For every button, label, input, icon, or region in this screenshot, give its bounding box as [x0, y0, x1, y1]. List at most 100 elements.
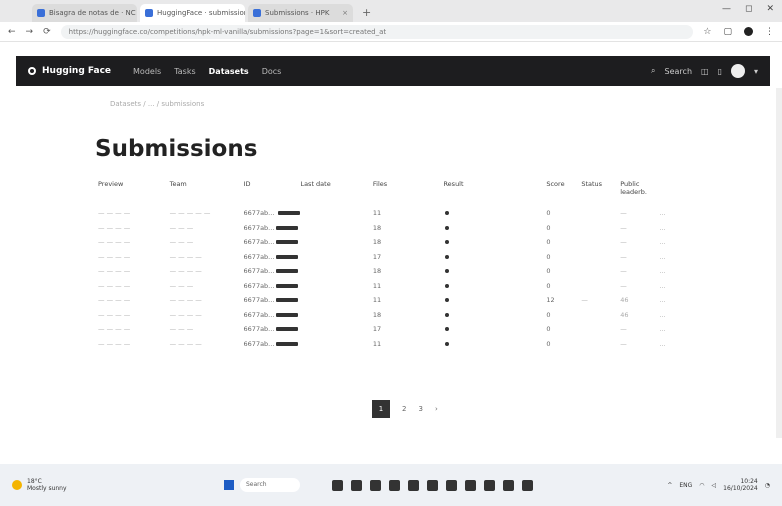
profile-avatar[interactable]: [744, 27, 753, 36]
settings-icon[interactable]: ▯: [718, 67, 722, 76]
page-scrollbar[interactable]: [776, 88, 782, 438]
app-icon[interactable]: [351, 479, 362, 491]
column-header[interactable]: Last date: [300, 176, 372, 206]
table-cell: 0: [546, 209, 551, 218]
table-cell: — — — —: [98, 339, 131, 348]
nav-link-models[interactable]: Models: [133, 67, 161, 76]
table-cell[interactable]: ...: [659, 322, 690, 337]
table-cell: —: [620, 281, 627, 290]
table-cell: [300, 308, 372, 323]
notification-icon[interactable]: ◔: [765, 482, 770, 489]
table-cell: 0: [546, 267, 551, 276]
column-header[interactable]: Status: [581, 176, 620, 206]
table-cell[interactable]: ...: [659, 308, 690, 323]
table-row[interactable]: — — — — — — — — 6677ab... 17 0 —...: [98, 250, 690, 265]
nav-link-datasets[interactable]: Datasets: [209, 67, 249, 76]
nav-link-docs[interactable]: Docs: [262, 67, 282, 76]
browser-tab[interactable]: Bisagra de notas de · NC×: [32, 4, 137, 22]
browser-tab[interactable]: Submissions · HPK ×: [248, 4, 353, 22]
table-row[interactable]: — — — — — — — 6677ab... 18 0 —...: [98, 235, 690, 250]
app-icon[interactable]: [484, 479, 495, 491]
table-cell: 12: [546, 296, 555, 305]
table-cell: 18: [372, 310, 382, 319]
app-icon[interactable]: [427, 479, 438, 491]
table-row[interactable]: — — — — — — — — 6677ab... 18 0 46...: [98, 308, 690, 323]
app-icon[interactable]: [389, 479, 400, 491]
menu-icon[interactable]: ⋮: [765, 27, 774, 37]
table-cell[interactable]: ...: [659, 293, 690, 308]
column-header[interactable]: Public leaderb.: [620, 176, 659, 206]
maximize-button[interactable]: ◻: [745, 4, 752, 14]
column-header[interactable]: ID: [244, 176, 301, 206]
minimize-button[interactable]: —: [722, 4, 731, 14]
chevron-down-icon[interactable]: ▾: [754, 67, 758, 76]
clock[interactable]: 10:24 16/10/2024: [723, 478, 758, 492]
column-header[interactable]: Team: [170, 176, 244, 206]
table-cell: 0: [546, 339, 551, 348]
close-window-button[interactable]: ✕: [766, 4, 774, 14]
breadcrumb[interactable]: Datasets / ... / submissions: [110, 100, 204, 108]
column-header[interactable]: Files: [373, 176, 444, 206]
taskbar-search-input[interactable]: Search: [240, 478, 300, 492]
result-marker-icon: [445, 312, 450, 317]
table-cell[interactable]: ...: [659, 250, 690, 265]
page-button[interactable]: 2: [402, 405, 406, 413]
table-cell: [581, 279, 620, 294]
table-cell: [443, 337, 546, 352]
weather-widget[interactable]: 18°C Mostly sunny: [12, 478, 212, 492]
table-cell: 17: [372, 325, 382, 334]
app-icon[interactable]: [465, 479, 476, 491]
table-cell: 6677ab...: [244, 250, 301, 265]
table-row[interactable]: — — — — — — — 6677ab... 18 0 —...: [98, 221, 690, 236]
reload-button[interactable]: ⟳: [43, 27, 51, 37]
url-input[interactable]: https://huggingface.co/competitions/hpk-…: [60, 24, 694, 39]
volume-icon[interactable]: ◁: [712, 482, 717, 489]
table-cell: 6677ab...: [244, 322, 301, 337]
table-row[interactable]: — — — — — — — 6677ab... 17 0 —...: [98, 322, 690, 337]
column-header[interactable]: Score: [546, 176, 581, 206]
extensions-icon[interactable]: ▢: [723, 27, 732, 37]
next-page-button[interactable]: ›: [435, 405, 438, 413]
table-cell: 18: [372, 267, 382, 276]
page-button-current[interactable]: 1: [372, 400, 390, 418]
notifications-icon[interactable]: ◫: [701, 67, 709, 76]
redacted-block: [276, 240, 299, 245]
table-cell[interactable]: ...: [659, 221, 690, 236]
table-cell[interactable]: ...: [659, 279, 690, 294]
app-icon[interactable]: [370, 479, 381, 491]
close-tab-icon[interactable]: ×: [342, 9, 348, 17]
browser-tab-active[interactable]: HuggingFace · submissions×: [140, 4, 245, 22]
back-button[interactable]: ←: [8, 27, 16, 37]
new-tab-button[interactable]: +: [356, 6, 377, 22]
brand-logo[interactable]: Hugging Face: [28, 66, 111, 76]
table-cell[interactable]: ...: [659, 206, 690, 221]
search-label[interactable]: Search: [665, 67, 692, 76]
column-header[interactable]: Result: [443, 176, 546, 206]
table-row[interactable]: — — — — — — — — 6677ab... 11 12 — 46...: [98, 293, 690, 308]
wifi-icon[interactable]: ◠: [699, 482, 704, 489]
app-icon[interactable]: [522, 479, 533, 491]
windows-start-icon[interactable]: [224, 480, 234, 490]
search-icon[interactable]: ⌕: [651, 66, 655, 76]
table-cell[interactable]: ...: [659, 264, 690, 279]
tab-bar: Bisagra de notas de · NC× HuggingFace · …: [0, 0, 782, 22]
table-row[interactable]: — — — — — — — 6677ab... 11 0 —...: [98, 279, 690, 294]
column-header[interactable]: Preview: [98, 176, 170, 206]
app-icon[interactable]: [503, 479, 514, 491]
user-avatar[interactable]: [730, 64, 745, 78]
table-row[interactable]: — — — — — — — — 6677ab... 18 0 —...: [98, 264, 690, 279]
table-row[interactable]: — — — — — — — — — 6677ab... 11 0 —...: [98, 206, 690, 221]
chevron-up-icon[interactable]: ^: [667, 482, 672, 489]
app-icon[interactable]: [446, 479, 457, 491]
table-cell: [581, 264, 620, 279]
lang-indicator[interactable]: ENG: [679, 482, 692, 489]
table-cell[interactable]: ...: [659, 235, 690, 250]
app-icon[interactable]: [332, 479, 343, 491]
star-icon[interactable]: ☆: [703, 27, 711, 37]
forward-button[interactable]: →: [26, 27, 34, 37]
table-cell[interactable]: ...: [659, 337, 690, 352]
table-row[interactable]: — — — — — — — — 6677ab... 11 0 —...: [98, 337, 690, 352]
app-icon[interactable]: [408, 479, 419, 491]
page-button[interactable]: 3: [418, 405, 422, 413]
nav-link-tasks[interactable]: Tasks: [174, 67, 195, 76]
